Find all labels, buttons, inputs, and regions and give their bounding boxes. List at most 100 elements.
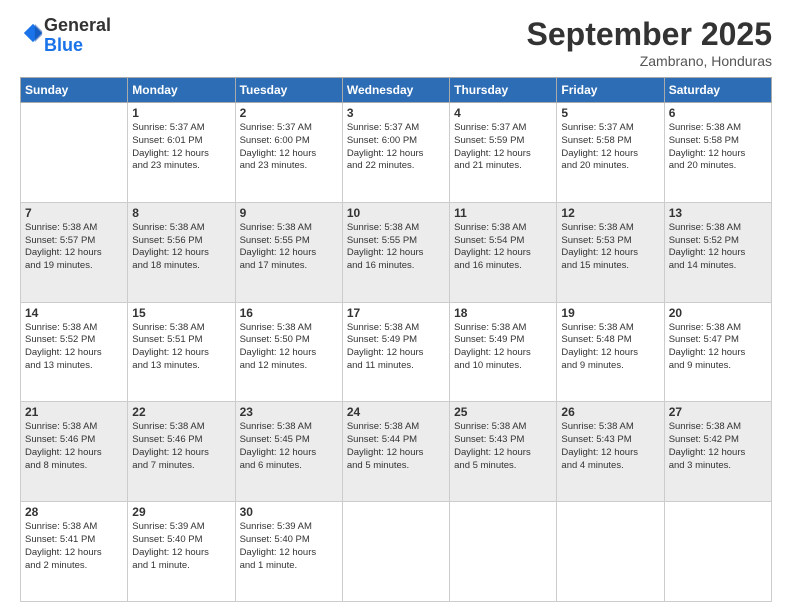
calendar-cell: 27 Sunrise: 5:38 AMSunset: 5:42 PMDayligh… (664, 402, 771, 502)
calendar-cell: 15 Sunrise: 5:38 AMSunset: 5:51 PMDayligh… (128, 302, 235, 402)
day-info: Sunrise: 5:38 AMSunset: 5:44 PMDaylight:… (347, 421, 445, 472)
calendar-cell (450, 502, 557, 602)
day-number: 27 (669, 405, 767, 419)
month-title: September 2025 (527, 16, 772, 53)
day-number: 21 (25, 405, 123, 419)
day-number: 7 (25, 206, 123, 220)
calendar-cell: 26 Sunrise: 5:38 AMSunset: 5:43 PMDayligh… (557, 402, 664, 502)
logo-icon (22, 22, 44, 44)
calendar-cell: 29 Sunrise: 5:39 AMSunset: 5:40 PMDayligh… (128, 502, 235, 602)
day-info: Sunrise: 5:38 AMSunset: 5:56 PMDaylight:… (132, 222, 230, 273)
calendar-cell: 3Sunrise: 5:37 AMSunset: 6:00 PMDaylight… (342, 103, 449, 203)
day-number: 22 (132, 405, 230, 419)
day-info: Sunrise: 5:39 AMSunset: 5:40 PMDaylight:… (240, 521, 338, 572)
calendar-cell: 11 Sunrise: 5:38 AMSunset: 5:54 PMDayligh… (450, 202, 557, 302)
day-info: Sunrise: 5:37 AMSunset: 6:00 PMDaylight:… (240, 122, 338, 173)
day-info: Sunrise: 5:38 AMSunset: 5:52 PMDaylight:… (25, 322, 123, 373)
day-number: 10 (347, 206, 445, 220)
day-info: Sunrise: 5:38 AMSunset: 5:47 PMDaylight:… (669, 322, 767, 373)
day-info: Sunrise: 5:38 AMSunset: 5:52 PMDaylight:… (669, 222, 767, 273)
weekday-header-monday: Monday (128, 78, 235, 103)
weekday-header-row: SundayMondayTuesdayWednesdayThursdayFrid… (21, 78, 772, 103)
calendar-cell: 13 Sunrise: 5:38 AMSunset: 5:52 PMDayligh… (664, 202, 771, 302)
day-info: Sunrise: 5:38 AMSunset: 5:55 PMDaylight:… (347, 222, 445, 273)
calendar-cell: 23 Sunrise: 5:38 AMSunset: 5:45 PMDayligh… (235, 402, 342, 502)
logo: General Blue (20, 16, 111, 56)
weekday-header-thursday: Thursday (450, 78, 557, 103)
day-info: Sunrise: 5:39 AMSunset: 5:40 PMDaylight:… (132, 521, 230, 572)
day-number: 12 (561, 206, 659, 220)
calendar-cell: 24 Sunrise: 5:38 AMSunset: 5:44 PMDayligh… (342, 402, 449, 502)
title-block: September 2025 Zambrano, Honduras (527, 16, 772, 69)
calendar-cell: 30 Sunrise: 5:39 AMSunset: 5:40 PMDayligh… (235, 502, 342, 602)
day-info: Sunrise: 5:38 AMSunset: 5:43 PMDaylight:… (454, 421, 552, 472)
page: General Blue September 2025 Zambrano, Ho… (0, 0, 792, 612)
calendar-cell: 25 Sunrise: 5:38 AMSunset: 5:43 PMDayligh… (450, 402, 557, 502)
calendar-cell: 9Sunrise: 5:38 AMSunset: 5:55 PMDaylight… (235, 202, 342, 302)
calendar-table: SundayMondayTuesdayWednesdayThursdayFrid… (20, 77, 772, 602)
day-info: Sunrise: 5:37 AMSunset: 5:59 PMDaylight:… (454, 122, 552, 173)
day-info: Sunrise: 5:38 AMSunset: 5:51 PMDaylight:… (132, 322, 230, 373)
weekday-header-wednesday: Wednesday (342, 78, 449, 103)
day-info: Sunrise: 5:38 AMSunset: 5:42 PMDaylight:… (669, 421, 767, 472)
calendar-week-row: 28 Sunrise: 5:38 AMSunset: 5:41 PMDayligh… (21, 502, 772, 602)
day-number: 20 (669, 306, 767, 320)
calendar-cell: 1Sunrise: 5:37 AMSunset: 6:01 PMDaylight… (128, 103, 235, 203)
day-number: 2 (240, 106, 338, 120)
logo-general-text: General (44, 15, 111, 35)
location: Zambrano, Honduras (527, 53, 772, 69)
day-number: 18 (454, 306, 552, 320)
calendar-cell: 18 Sunrise: 5:38 AMSunset: 5:49 PMDayligh… (450, 302, 557, 402)
weekday-header-saturday: Saturday (664, 78, 771, 103)
calendar-cell: 28 Sunrise: 5:38 AMSunset: 5:41 PMDayligh… (21, 502, 128, 602)
day-info: Sunrise: 5:38 AMSunset: 5:58 PMDaylight:… (669, 122, 767, 173)
day-number: 8 (132, 206, 230, 220)
calendar-cell: 7 Sunrise: 5:38 AMSunset: 5:57 PMDaylight… (21, 202, 128, 302)
day-number: 26 (561, 405, 659, 419)
day-info: Sunrise: 5:38 AMSunset: 5:53 PMDaylight:… (561, 222, 659, 273)
day-number: 25 (454, 405, 552, 419)
day-number: 29 (132, 505, 230, 519)
day-info: Sunrise: 5:38 AMSunset: 5:46 PMDaylight:… (25, 421, 123, 472)
day-number: 6 (669, 106, 767, 120)
day-info: Sunrise: 5:38 AMSunset: 5:43 PMDaylight:… (561, 421, 659, 472)
calendar-week-row: 21 Sunrise: 5:38 AMSunset: 5:46 PMDayligh… (21, 402, 772, 502)
calendar-cell: 17Sunrise: 5:38 AMSunset: 5:49 PMDayligh… (342, 302, 449, 402)
calendar-cell: 12 Sunrise: 5:38 AMSunset: 5:53 PMDayligh… (557, 202, 664, 302)
day-number: 11 (454, 206, 552, 220)
day-info: Sunrise: 5:38 AMSunset: 5:41 PMDaylight:… (25, 521, 123, 572)
calendar-cell (557, 502, 664, 602)
calendar-cell: 19 Sunrise: 5:38 AMSunset: 5:48 PMDayligh… (557, 302, 664, 402)
day-info: Sunrise: 5:38 AMSunset: 5:48 PMDaylight:… (561, 322, 659, 373)
day-info: Sunrise: 5:38 AMSunset: 5:54 PMDaylight:… (454, 222, 552, 273)
day-number: 30 (240, 505, 338, 519)
calendar-cell: 16 Sunrise: 5:38 AMSunset: 5:50 PMDayligh… (235, 302, 342, 402)
day-info: Sunrise: 5:38 AMSunset: 5:49 PMDaylight:… (454, 322, 552, 373)
logo-blue-text: Blue (44, 35, 83, 55)
calendar-cell: 4 Sunrise: 5:37 AMSunset: 5:59 PMDaylight… (450, 103, 557, 203)
day-number: 23 (240, 405, 338, 419)
day-number: 16 (240, 306, 338, 320)
day-info: Sunrise: 5:38 AMSunset: 5:49 PMDaylight:… (347, 322, 445, 373)
calendar-cell: 2 Sunrise: 5:37 AMSunset: 6:00 PMDaylight… (235, 103, 342, 203)
day-number: 15 (132, 306, 230, 320)
day-number: 14 (25, 306, 123, 320)
weekday-header-tuesday: Tuesday (235, 78, 342, 103)
day-number: 9 (240, 206, 338, 220)
calendar-cell: 21 Sunrise: 5:38 AMSunset: 5:46 PMDayligh… (21, 402, 128, 502)
calendar-cell: 14 Sunrise: 5:38 AMSunset: 5:52 PMDayligh… (21, 302, 128, 402)
day-number: 28 (25, 505, 123, 519)
day-info: Sunrise: 5:38 AMSunset: 5:45 PMDaylight:… (240, 421, 338, 472)
day-number: 4 (454, 106, 552, 120)
day-number: 19 (561, 306, 659, 320)
header: General Blue September 2025 Zambrano, Ho… (20, 16, 772, 69)
weekday-header-sunday: Sunday (21, 78, 128, 103)
day-info: Sunrise: 5:38 AMSunset: 5:50 PMDaylight:… (240, 322, 338, 373)
day-number: 24 (347, 405, 445, 419)
day-info: Sunrise: 5:38 AMSunset: 5:57 PMDaylight:… (25, 222, 123, 273)
calendar-cell: 8 Sunrise: 5:38 AMSunset: 5:56 PMDaylight… (128, 202, 235, 302)
day-number: 13 (669, 206, 767, 220)
calendar-week-row: 7 Sunrise: 5:38 AMSunset: 5:57 PMDaylight… (21, 202, 772, 302)
day-info: Sunrise: 5:38 AMSunset: 5:46 PMDaylight:… (132, 421, 230, 472)
calendar-cell: 10 Sunrise: 5:38 AMSunset: 5:55 PMDayligh… (342, 202, 449, 302)
